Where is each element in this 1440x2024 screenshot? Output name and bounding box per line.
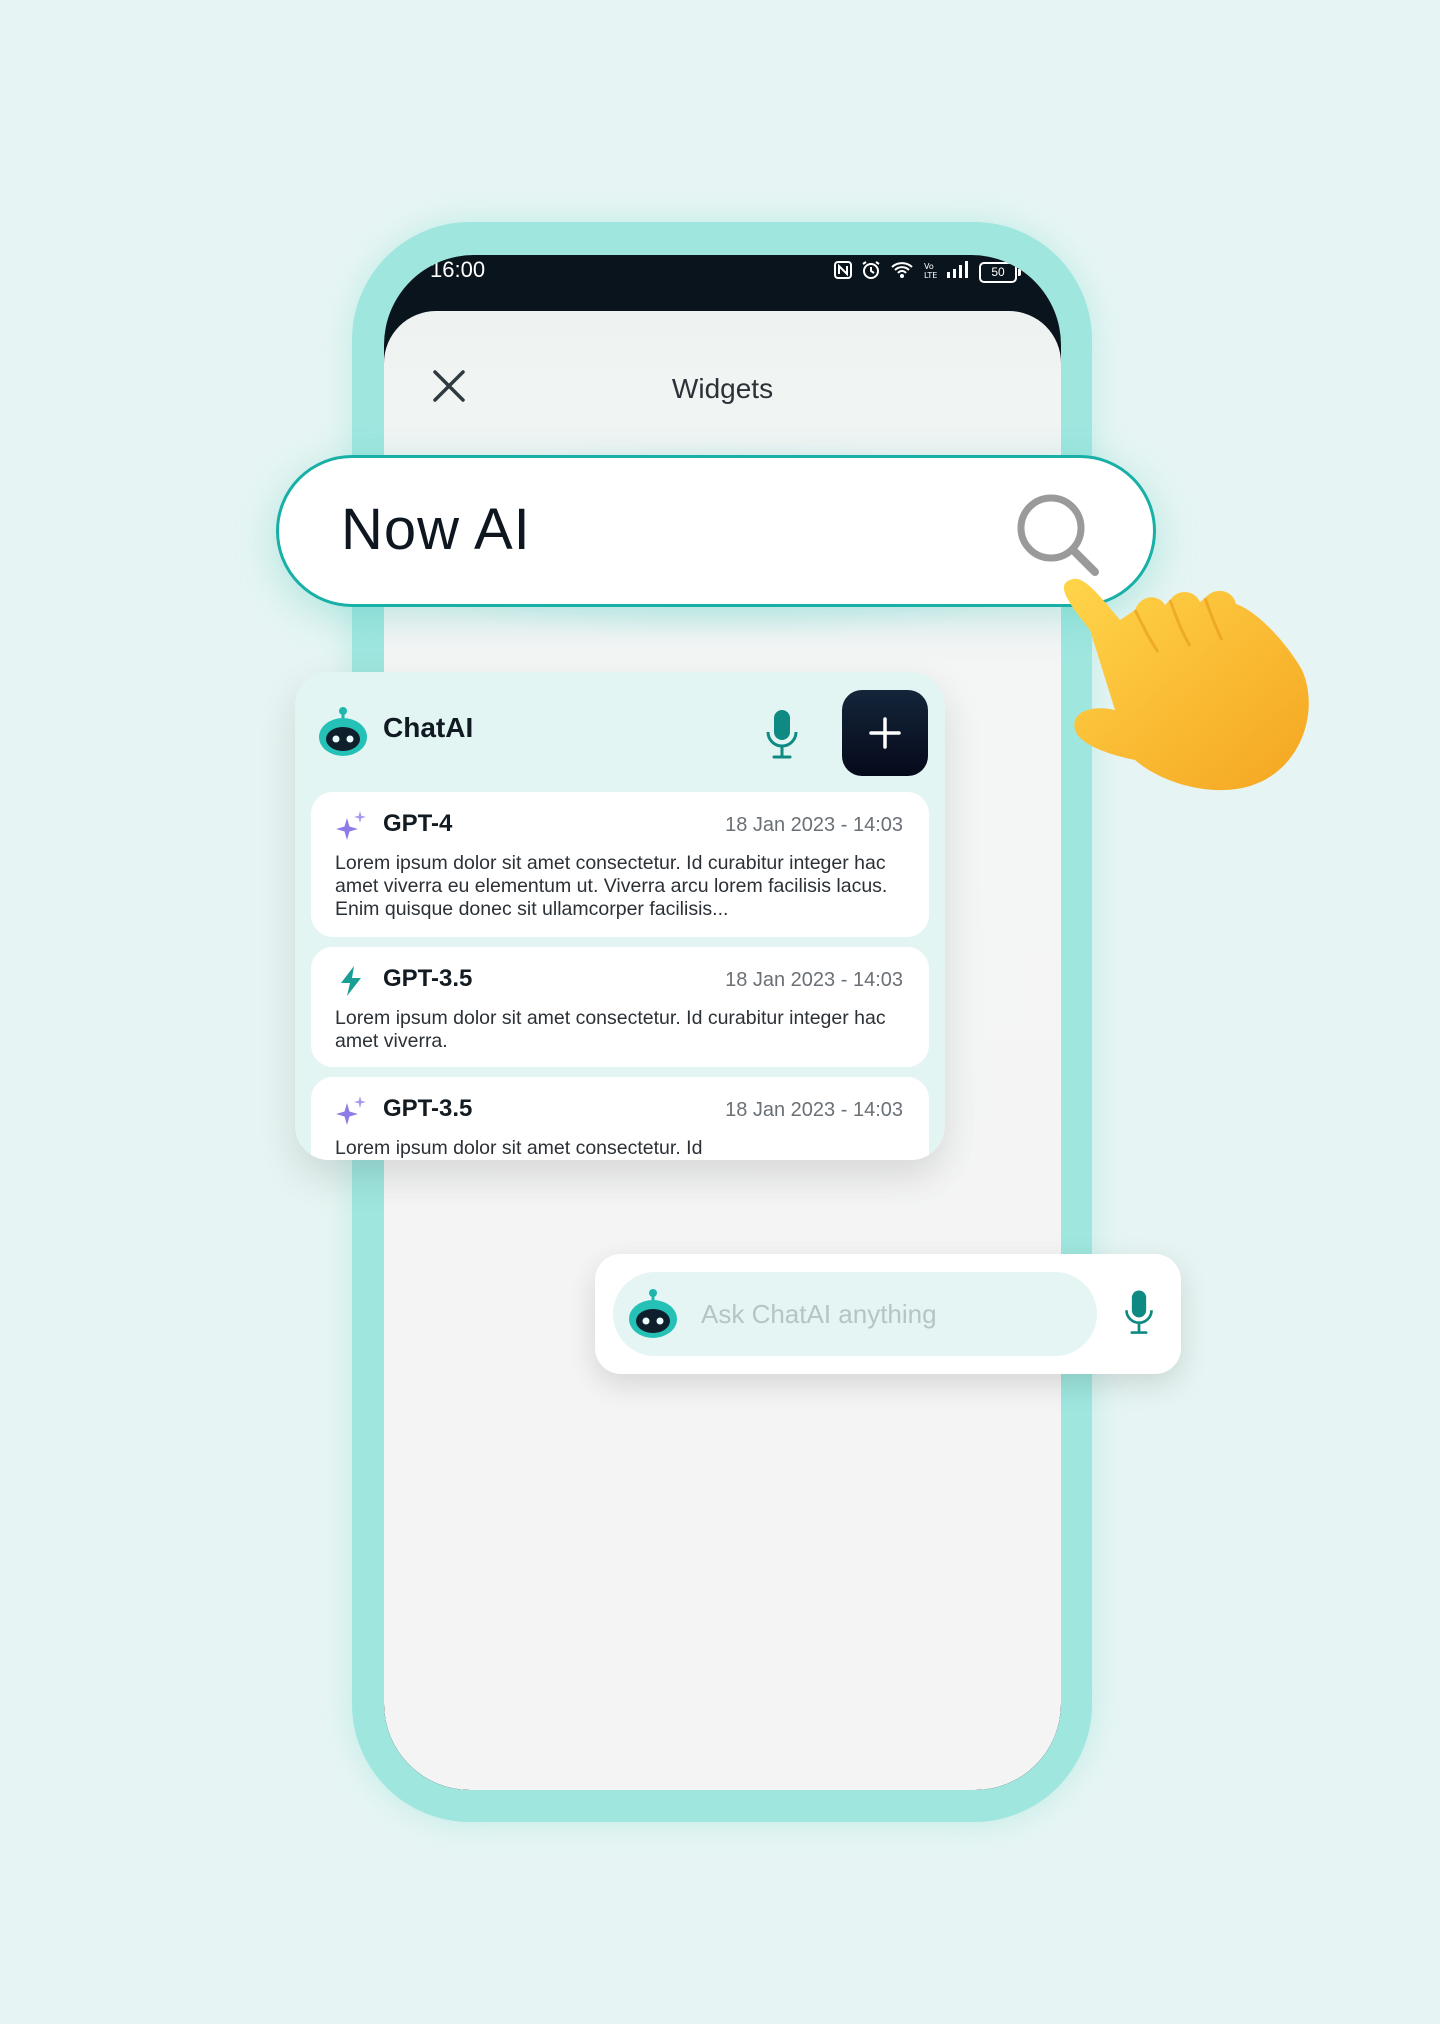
- message-body: Lorem ipsum dolor sit amet consectetur. …: [335, 852, 888, 920]
- message-model: GPT-4: [383, 810, 453, 837]
- nfc-icon: [834, 261, 852, 284]
- chatai-widget[interactable]: ChatAI GPT-4 18 Jan 2023 - 14:03 Lorem i…: [295, 672, 945, 1160]
- ask-widget: Ask ChatAI anything: [595, 1254, 1181, 1374]
- mic-icon[interactable]: [763, 708, 801, 760]
- message-model: GPT-3.5: [383, 1095, 473, 1122]
- search-query[interactable]: Now AI: [341, 496, 531, 563]
- sparkle-icon: [336, 811, 366, 840]
- status-icons: Vo LTE 50: [834, 260, 1021, 285]
- add-chat-button[interactable]: [842, 690, 928, 776]
- svg-text:LTE: LTE: [924, 271, 937, 280]
- widget-title: ChatAI: [383, 712, 474, 743]
- message-card[interactable]: GPT-3.5 18 Jan 2023 - 14:03 Lorem ipsum …: [311, 947, 929, 1067]
- signal-icon: [946, 261, 970, 284]
- sheet-title: Widgets: [671, 373, 774, 404]
- ask-input[interactable]: Ask ChatAI anything: [613, 1272, 1097, 1356]
- search-bar[interactable]: Now AI: [276, 455, 1156, 607]
- svg-text:Vo: Vo: [924, 262, 934, 271]
- message-body: Lorem ipsum dolor sit amet consectetur. …: [335, 1007, 886, 1052]
- robot-icon: [319, 707, 367, 756]
- wifi-icon: [890, 260, 914, 285]
- message-body: Lorem ipsum dolor sit amet consectetur. …: [335, 1137, 703, 1159]
- volte-icon: Vo LTE: [923, 260, 937, 285]
- message-card[interactable]: GPT-4 18 Jan 2023 - 14:03 Lorem ipsum do…: [311, 792, 929, 937]
- message-time: 18 Jan 2023 - 14:03: [725, 969, 903, 991]
- message-model: GPT-3.5: [383, 965, 473, 992]
- mic-icon[interactable]: [1122, 1288, 1156, 1336]
- message-card[interactable]: GPT-3.5 18 Jan 2023 - 14:03 Lorem ipsum …: [311, 1077, 929, 1160]
- battery-icon: 50: [979, 262, 1021, 283]
- bolt-icon: [341, 966, 361, 996]
- alarm-icon: [861, 260, 881, 285]
- message-time: 18 Jan 2023 - 14:03: [725, 814, 903, 836]
- pointing-hand-icon: [1063, 578, 1309, 791]
- message-time: 18 Jan 2023 - 14:03: [725, 1099, 903, 1121]
- status-time: 16:00: [430, 257, 486, 282]
- plus-icon: [869, 717, 901, 749]
- robot-icon: [629, 1289, 677, 1338]
- sparkle-icon: [336, 1096, 366, 1125]
- ask-placeholder: Ask ChatAI anything: [701, 1299, 937, 1329]
- status-bar: 16:00 Vo LTE 50: [384, 255, 1061, 311]
